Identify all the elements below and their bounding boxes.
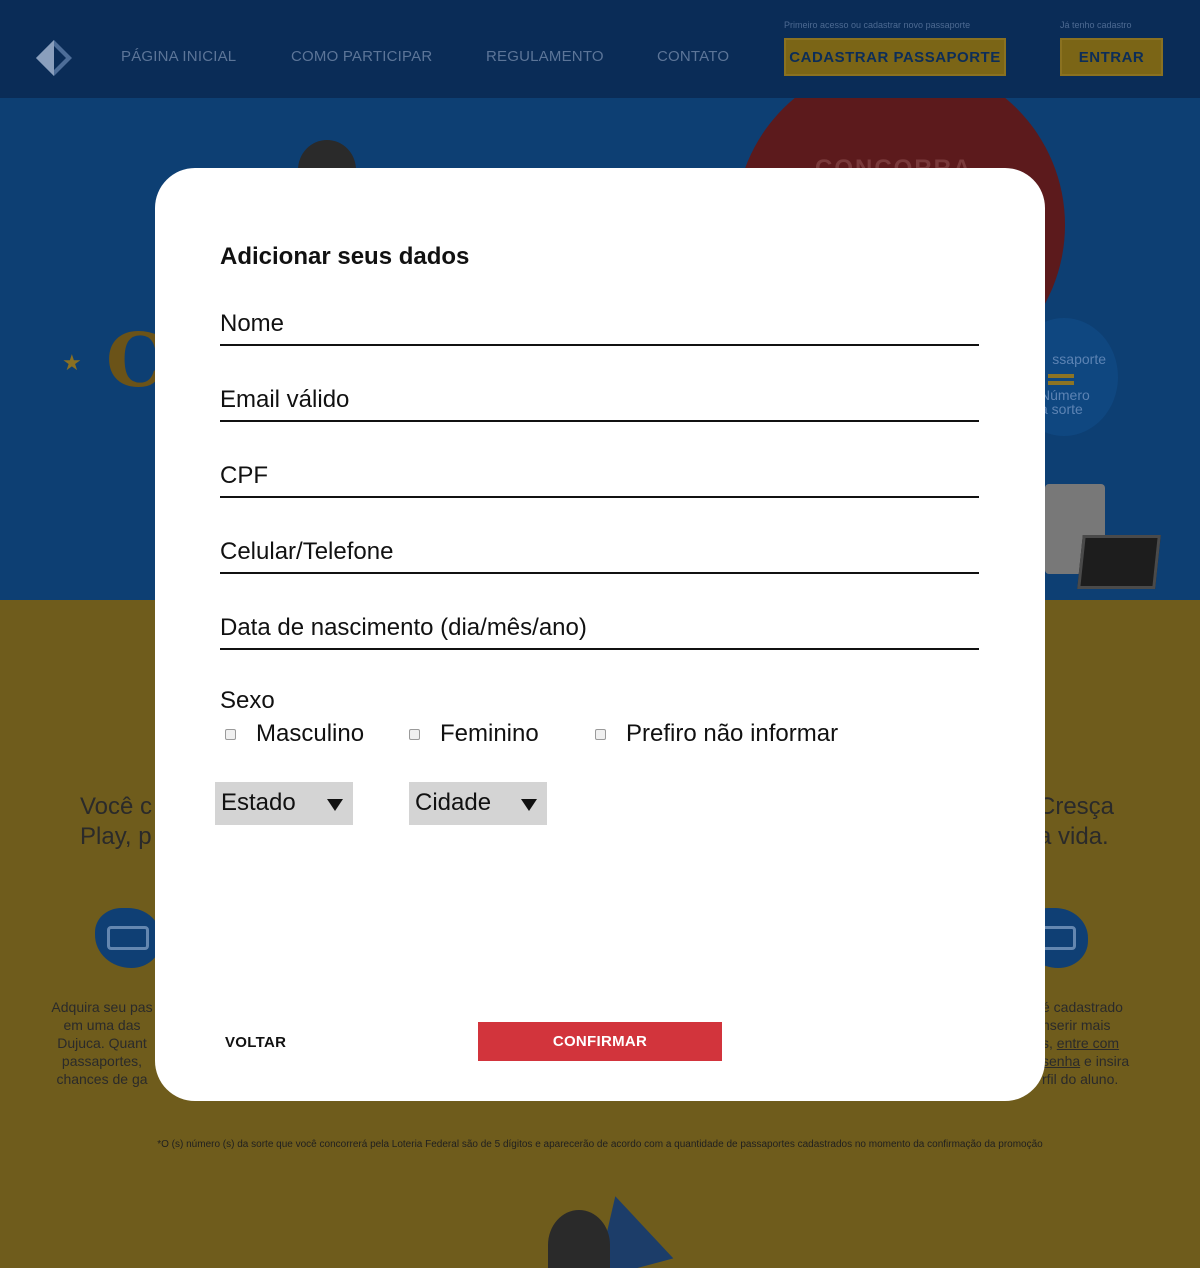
password-link[interactable]: senha: [1042, 1053, 1080, 1069]
phone-field: [220, 532, 979, 574]
nav-home[interactable]: PÁGINA INICIAL: [121, 48, 236, 65]
back-button[interactable]: VOLTAR: [225, 1034, 286, 1051]
confirm-button[interactable]: CONFIRMAR: [478, 1022, 722, 1061]
birthdate-input[interactable]: [220, 614, 979, 642]
register-passport-button[interactable]: CADASTRAR PASSAPORTE: [784, 38, 1006, 76]
cpf-input[interactable]: [220, 462, 979, 490]
modal-title: Adicionar seus dados: [220, 243, 470, 270]
name-input[interactable]: [220, 310, 979, 338]
star-icon: ★: [62, 350, 82, 375]
gender-option-label: Masculino: [256, 720, 365, 747]
cpf-field: [220, 456, 979, 498]
step-text-right: é cadastrado nserir mais s, entre com se…: [1042, 999, 1130, 1087]
login-link[interactable]: entre com: [1057, 1035, 1119, 1051]
step-text-left: Adquira seu pas em uma das Dujuca. Quant…: [51, 999, 153, 1087]
laptop-image: [1077, 535, 1161, 589]
register-hint: Primeiro acesso ou cadastrar novo passap…: [784, 20, 971, 30]
checkbox[interactable]: [225, 728, 236, 740]
birthdate-field: [220, 608, 979, 650]
state-select-value: Estado: [221, 789, 296, 816]
checkbox[interactable]: [409, 728, 420, 740]
nav-rules[interactable]: REGULAMENTO: [486, 48, 604, 65]
site-header: PÁGINA INICIAL COMO PARTICIPAR REGULAMEN…: [0, 0, 1200, 98]
city-select-value: Cidade: [415, 789, 492, 816]
add-data-modal: Adicionar seus dados Sexo Masculino Femi…: [155, 168, 1045, 1101]
gender-option-not-informed[interactable]: Prefiro não informar: [595, 719, 838, 749]
footnote: *O (s) número (s) da sorte que você conc…: [157, 1139, 1043, 1150]
name-field: [220, 304, 979, 346]
nav-how-to-participate[interactable]: COMO PARTICIPAR: [291, 48, 432, 65]
phone-input[interactable]: [220, 538, 979, 566]
gender-option-female[interactable]: Feminino: [409, 719, 539, 749]
equals-icon: [1048, 374, 1074, 378]
gender-option-label: Feminino: [440, 720, 539, 747]
intro-text-left: Você c Play, p: [80, 793, 153, 850]
gender-option-label: Prefiro não informar: [626, 720, 839, 747]
intro-text-right: Cresça a vida.: [1038, 793, 1115, 850]
dropdown-arrow-icon: [521, 799, 537, 811]
state-select[interactable]: Estado: [215, 782, 353, 825]
login-hint: Já tenho cadastro: [1060, 20, 1132, 30]
gender-option-male[interactable]: Masculino: [225, 719, 364, 749]
email-input[interactable]: [220, 386, 979, 414]
gender-label: Sexo: [220, 687, 275, 714]
dropdown-arrow-icon: [327, 799, 343, 811]
email-field: [220, 380, 979, 422]
nav-contact[interactable]: CONTATO: [657, 48, 729, 65]
city-select[interactable]: Cidade: [409, 782, 547, 825]
badge-text-2: Número a sorte: [1040, 387, 1090, 417]
checkbox[interactable]: [595, 728, 606, 740]
login-button[interactable]: ENTRAR: [1060, 38, 1163, 76]
logo-icon[interactable]: [36, 40, 72, 76]
